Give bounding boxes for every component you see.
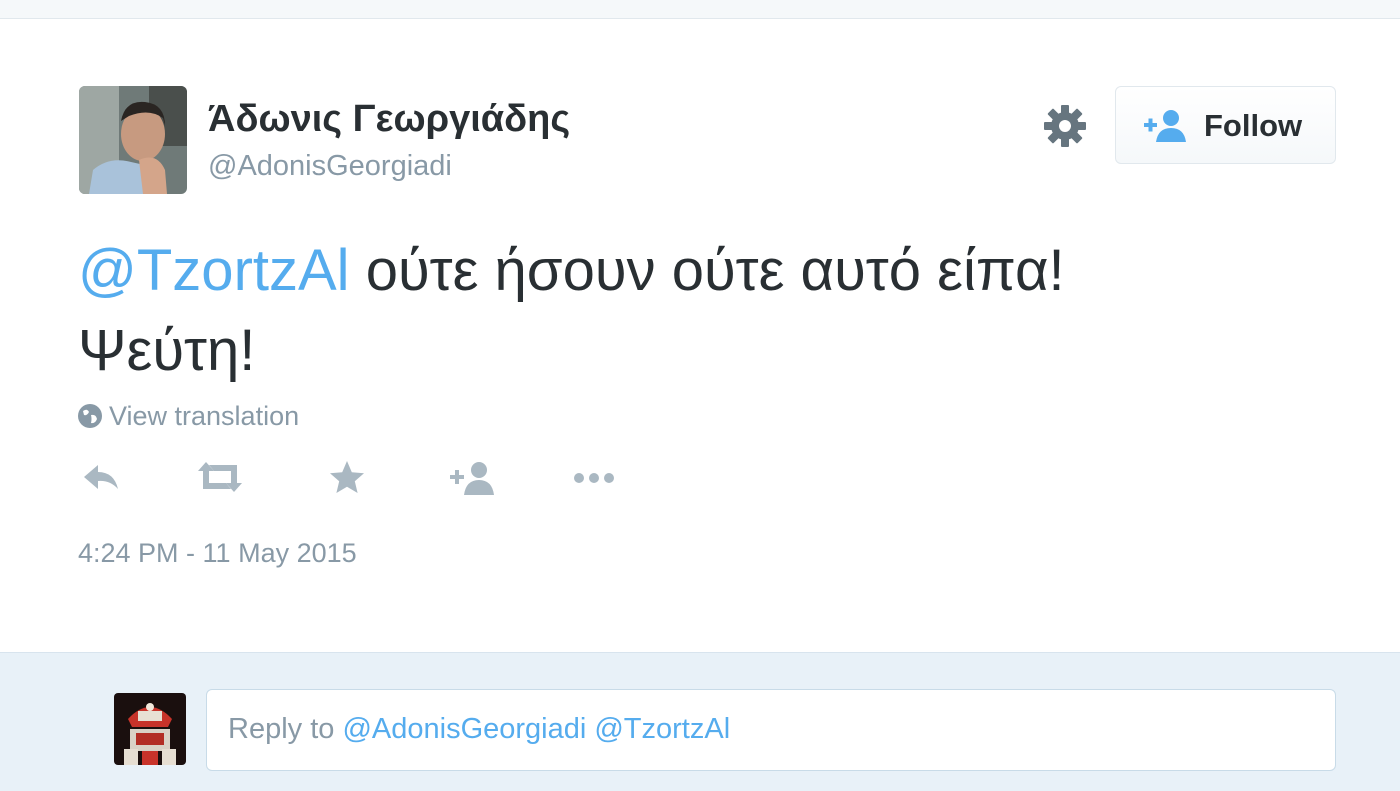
author-avatar[interactable] <box>79 86 187 194</box>
author-name[interactable]: Άδωνις Γεωργιάδης <box>208 98 570 141</box>
current-user-avatar-image <box>114 693 186 765</box>
tweet-card: Άδωνις Γεωργιάδης @AdonisGeorgiadi Follo… <box>0 19 1400 652</box>
add-user-icon[interactable] <box>450 459 496 502</box>
gear-icon[interactable] <box>1042 103 1088 149</box>
reply-handles: @AdonisGeorgiadi @TzortzAl <box>342 713 731 745</box>
tweet-mention-link[interactable]: @TzortzAl <box>78 238 350 303</box>
star-icon[interactable] <box>328 459 366 500</box>
add-user-icon <box>1144 110 1186 142</box>
view-translation-link[interactable]: View translation <box>77 401 299 432</box>
reply-icon[interactable] <box>80 459 122 500</box>
follow-label: Follow <box>1204 108 1303 143</box>
tweet-text: @TzortzAl ούτε ήσουν ούτε αυτό είπα! Ψεύτ… <box>78 231 1338 391</box>
current-user-avatar[interactable] <box>114 693 186 765</box>
follow-button[interactable]: Follow <box>1115 86 1336 164</box>
reply-prefix: Reply to <box>228 713 343 745</box>
reply-area: Reply to @AdonisGeorgiadi @TzortzAl <box>0 652 1400 791</box>
top-strip <box>0 0 1400 19</box>
author-avatar-image <box>79 86 187 194</box>
author-handle[interactable]: @AdonisGeorgiadi <box>208 150 452 183</box>
reply-input[interactable]: Reply to @AdonisGeorgiadi @TzortzAl <box>206 689 1336 771</box>
tweet-text-line2: Ψεύτη! <box>78 318 256 383</box>
globe-icon <box>78 404 102 428</box>
reply-placeholder: Reply to @AdonisGeorgiadi @TzortzAl <box>228 713 730 746</box>
retweet-icon[interactable] <box>196 459 244 500</box>
tweet-text-line1: ούτε ήσουν ούτε αυτό είπα! <box>349 238 1065 303</box>
tweet-timestamp[interactable]: 4:24 PM - 11 May 2015 <box>78 538 357 569</box>
view-translation-label: View translation <box>109 401 300 431</box>
more-icon[interactable] <box>572 459 618 500</box>
